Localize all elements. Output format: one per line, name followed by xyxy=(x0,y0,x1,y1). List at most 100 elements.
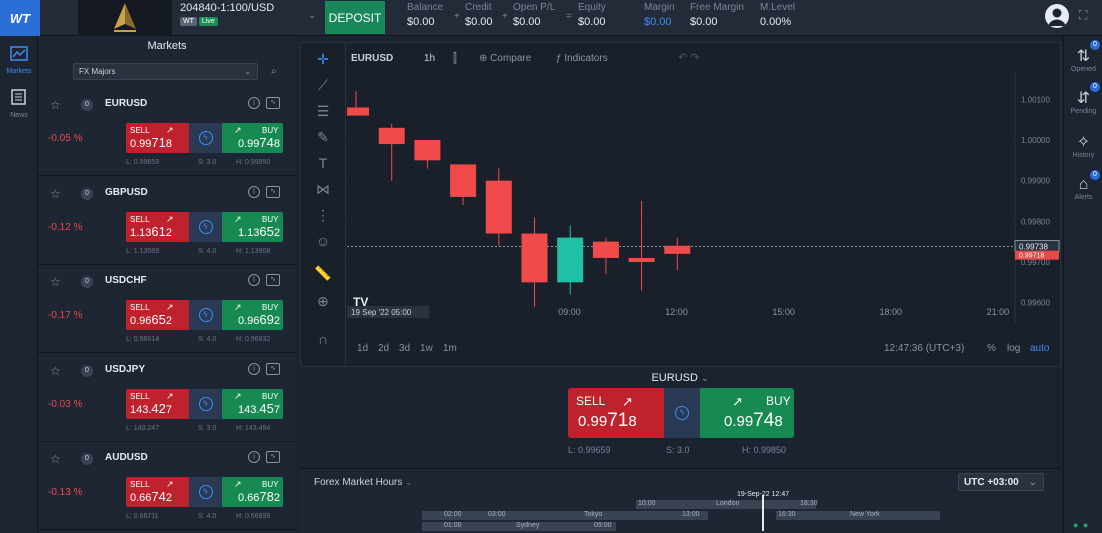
buy-button[interactable]: ↗ BUY 0.66782 xyxy=(222,477,283,507)
chart-icon[interactable]: ∿ xyxy=(266,362,280,375)
favorite-star-icon[interactable]: ☆ xyxy=(50,364,61,378)
stat-value: $0.00 xyxy=(644,16,672,28)
alerts-button[interactable]: 0 ⌂ Alerts xyxy=(1064,170,1102,201)
zoom-in-icon[interactable]: ⊕ xyxy=(313,293,333,310)
magnet-icon[interactable]: ∩ xyxy=(313,331,333,347)
market-hours-toggle[interactable]: Forex Market Hours ⌄ xyxy=(314,477,412,488)
range-3d[interactable]: 3d xyxy=(399,343,410,354)
chart-icon[interactable]: ∿ xyxy=(266,185,280,198)
instrument-row[interactable]: ☆ 0 AUDUSD i ∿ -0.13 % SELL ↗ 0.66742 ϟ ↗ BUY 0.6678… xyxy=(38,442,296,530)
sell-button[interactable]: SELL ↗ 0.99718 xyxy=(126,123,189,153)
sell-button[interactable]: SELL ↗ 0.99718 xyxy=(568,388,664,438)
instrument-symbol[interactable]: GBPUSD xyxy=(105,187,148,198)
favorite-star-icon[interactable]: ☆ xyxy=(50,187,61,201)
favorite-star-icon[interactable]: ☆ xyxy=(50,98,61,112)
sell-price-fraction: 8 xyxy=(165,138,173,150)
range-1w[interactable]: 1w xyxy=(420,343,433,354)
crosshair-icon[interactable]: ✛ xyxy=(313,51,333,68)
buy-button[interactable]: ↗ BUY 0.99748 xyxy=(700,388,794,438)
pending-orders-button[interactable]: 0 ⇵ Pending xyxy=(1064,82,1102,115)
session-name: Sydney xyxy=(516,522,540,529)
chart-icon[interactable]: ∿ xyxy=(266,97,280,109)
sell-button[interactable]: SELL ↗ 1.13612 xyxy=(126,211,189,242)
buy-button[interactable]: ↗ BUY 0.96692 xyxy=(222,300,283,330)
trade-symbol-label: EURUSD xyxy=(651,372,698,384)
broker-logo xyxy=(78,0,172,36)
buy-button[interactable]: ↗ BUY 143.457 xyxy=(222,388,283,419)
deposit-button[interactable]: DEPOSIT xyxy=(325,1,385,34)
buy-button[interactable]: ↗ BUY 1.13652 xyxy=(222,211,283,242)
instrument-row[interactable]: ☆ 0 EURUSD i ∿ -0.05 % SELL ↗ 0.99718 ϟ ↗ BUY 0.9974… xyxy=(38,88,296,176)
candle-type-icon[interactable]: ⫿ xyxy=(453,51,457,66)
timezone-select[interactable]: UTC +03:00 ⌄ xyxy=(958,473,1044,491)
market-filter-select[interactable]: FX Majors ⌄ xyxy=(73,63,258,80)
info-icon[interactable]: i xyxy=(248,451,260,463)
one-click-trading-toggle[interactable]: ϟ xyxy=(189,123,222,153)
tradingview-logo: TV xyxy=(353,295,369,309)
instrument-spread: S: 3.0 xyxy=(198,159,217,166)
range-2d[interactable]: 2d xyxy=(378,343,389,354)
range-1d[interactable]: 1d xyxy=(357,343,368,354)
favorite-star-icon[interactable]: ☆ xyxy=(50,275,61,289)
info-icon[interactable]: i xyxy=(248,362,260,375)
history-button[interactable]: ✧ History xyxy=(1064,132,1102,159)
buy-button[interactable]: ↗ BUY 0.99748 xyxy=(222,123,283,153)
sell-button[interactable]: SELL ↗ 0.96652 xyxy=(126,300,189,330)
candlestick-chart[interactable]: 1.001001.000000.999000.998000.997000.996… xyxy=(347,71,1061,323)
app-logo[interactable]: WT xyxy=(0,0,40,36)
brush-icon[interactable]: ✎ xyxy=(313,129,333,146)
session-open-time: 01:00 xyxy=(444,522,462,529)
one-click-trading-toggle[interactable]: ϟ xyxy=(189,388,222,419)
percent-scale-toggle[interactable]: % xyxy=(987,343,996,354)
range-1m[interactable]: 1m xyxy=(443,343,457,354)
info-icon[interactable]: i xyxy=(248,97,260,109)
auto-scale-toggle[interactable]: auto xyxy=(1030,343,1049,354)
chart-icon[interactable]: ∿ xyxy=(266,274,280,286)
bid-price-label: 0.99718 xyxy=(1019,253,1044,260)
news-nav-button[interactable]: News xyxy=(0,88,38,119)
lightning-icon: ϟ xyxy=(198,131,213,145)
markets-nav-button[interactable]: Markets xyxy=(0,46,38,75)
account-selector[interactable]: 204840-1:100/USD WT Live ⌄ xyxy=(180,2,318,26)
sell-price-fraction: 7 xyxy=(165,403,173,416)
chart-symbol[interactable]: EURUSD xyxy=(351,53,393,64)
instrument-symbol[interactable]: AUDUSD xyxy=(105,452,148,463)
horizontal-lines-icon[interactable]: ☰ xyxy=(313,103,333,120)
buy-label: BUY xyxy=(262,214,279,224)
fullscreen-icon[interactable]: ⛶ xyxy=(1079,8,1087,23)
timeframe-button[interactable]: 1h xyxy=(424,53,435,64)
fib-icon[interactable]: ⋮ xyxy=(313,207,333,224)
chart-icon[interactable]: ∿ xyxy=(266,451,280,463)
info-icon[interactable]: i xyxy=(248,274,260,286)
instrument-symbol[interactable]: USDJPY xyxy=(105,364,145,375)
favorite-star-icon[interactable]: ☆ xyxy=(50,452,61,466)
buy-price-prefix: 1.13 xyxy=(238,226,260,239)
trend-line-icon[interactable]: ⟋ xyxy=(313,77,333,94)
log-scale-toggle[interactable]: log xyxy=(1007,343,1020,354)
one-click-trading-toggle[interactable]: ϟ xyxy=(664,388,700,438)
info-icon[interactable]: i xyxy=(248,185,260,198)
one-click-trading-toggle[interactable]: ϟ xyxy=(189,300,222,330)
buy-price: 0.99748 xyxy=(238,135,280,150)
price-tick-label: 0.99800 xyxy=(1021,217,1050,226)
one-click-trading-toggle[interactable]: ϟ xyxy=(189,211,222,242)
compare-button[interactable]: ⊕ Compare xyxy=(479,53,531,64)
indicators-button[interactable]: ƒ Indicators xyxy=(556,53,608,64)
search-icon[interactable]: ⌕ xyxy=(271,66,277,77)
pattern-icon[interactable]: ⋈ xyxy=(313,181,333,198)
smiley-icon[interactable]: ☺ xyxy=(313,233,333,249)
sell-button[interactable]: SELL ↗ 0.66742 xyxy=(126,477,189,507)
ruler-icon[interactable]: 📏 xyxy=(313,265,333,282)
one-click-trading-toggle[interactable]: ϟ xyxy=(189,477,222,507)
instrument-row[interactable]: ☆ 0 GBPUSD i ∿ -0.12 % SELL ↗ 1.13612 ϟ ↗ BUY 1.1365… xyxy=(38,177,296,265)
text-icon[interactable]: T xyxy=(313,155,333,171)
trade-symbol[interactable]: EURUSD ⌄ xyxy=(560,372,800,384)
instrument-row[interactable]: ☆ 0 USDJPY i ∿ -0.03 % SELL ↗ 143.427 ϟ ↗ BUY 143.45… xyxy=(38,354,296,442)
sell-button[interactable]: SELL ↗ 143.427 xyxy=(126,388,189,419)
instrument-symbol[interactable]: EURUSD xyxy=(105,98,147,109)
instrument-symbol[interactable]: USDCHF xyxy=(105,275,147,286)
undo-redo-icon[interactable]: ↶ ↷ xyxy=(678,51,700,64)
instrument-row[interactable]: ☆ 0 USDCHF i ∿ -0.17 % SELL ↗ 0.96652 ϟ ↗ BUY 0.9669… xyxy=(38,265,296,353)
opened-positions-button[interactable]: 0 ⇅ Opened xyxy=(1064,40,1102,73)
user-avatar[interactable] xyxy=(1045,4,1069,28)
